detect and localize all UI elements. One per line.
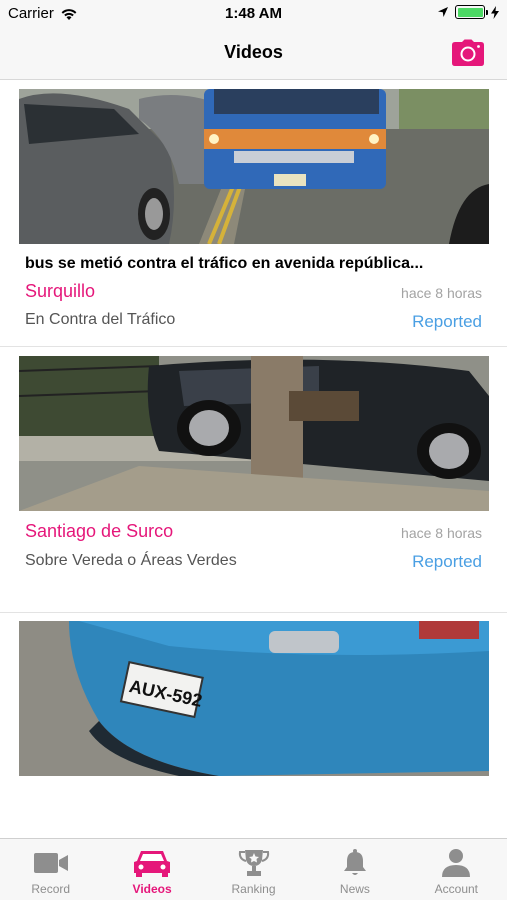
status-right xyxy=(437,5,499,19)
video-thumbnail[interactable]: AUX-592 xyxy=(19,621,489,776)
video-thumbnail[interactable] xyxy=(19,356,489,511)
video-location: Surquillo xyxy=(25,281,96,301)
video-list[interactable]: bus se metió contra el tráfico en avenid… xyxy=(0,81,507,838)
navigation-bar: Videos xyxy=(0,28,507,80)
person-icon xyxy=(442,849,471,877)
video-category: Sobre Vereda o Áreas Verdes xyxy=(25,552,237,569)
clock: 1:48 AM xyxy=(225,5,282,22)
bell-icon xyxy=(343,849,366,875)
tab-bar: Record Videos Ranking News Account xyxy=(0,838,507,900)
trophy-icon xyxy=(238,850,269,876)
video-time-ago: hace 8 horas xyxy=(401,285,482,301)
video-thumbnail-image: AUX-592 xyxy=(19,621,489,776)
battery-icon xyxy=(455,5,488,19)
car-icon xyxy=(134,851,171,877)
location-arrow-icon xyxy=(438,7,448,17)
video-card[interactable]: bus se metió contra el tráfico en avenid… xyxy=(0,81,507,347)
video-location: Santiago de Surco xyxy=(25,521,174,541)
tab-ranking[interactable]: Ranking xyxy=(203,839,304,900)
tab-label: News xyxy=(339,882,370,896)
tab-label: Ranking xyxy=(231,882,276,896)
tab-news[interactable]: News xyxy=(304,839,405,900)
charging-bolt-icon xyxy=(491,5,499,19)
report-status-link[interactable]: Reported xyxy=(412,552,482,572)
tab-label: Account xyxy=(434,882,478,896)
tab-videos[interactable]: Videos xyxy=(101,839,202,900)
status-bar: Carrier 1:48 AM xyxy=(0,0,507,28)
video-thumbnail-image xyxy=(19,89,489,244)
tab-record[interactable]: Record xyxy=(0,839,101,900)
tab-account[interactable]: Account xyxy=(406,839,507,900)
screen: Carrier 1:48 AM Videos bus se metió cont… xyxy=(0,0,507,900)
tab-label: Record xyxy=(31,882,71,896)
video-title: bus se metió contra el tráfico en avenid… xyxy=(25,255,424,272)
video-card[interactable]: Santiago de Surco hace 8 horas Sobre Ver… xyxy=(0,347,507,613)
video-thumbnail[interactable] xyxy=(19,89,489,244)
tab-label: Videos xyxy=(132,882,172,896)
video-camera-icon xyxy=(33,853,68,873)
page-title: Videos xyxy=(224,42,283,62)
video-time-ago: hace 8 horas xyxy=(401,525,482,541)
video-category: En Contra del Tráfico xyxy=(25,311,176,328)
report-status-link[interactable]: Reported xyxy=(412,312,482,332)
video-card[interactable]: AUX-592 xyxy=(0,613,507,838)
video-thumbnail-image xyxy=(19,356,489,511)
camera-icon xyxy=(452,39,484,66)
camera-button[interactable] xyxy=(451,39,485,67)
